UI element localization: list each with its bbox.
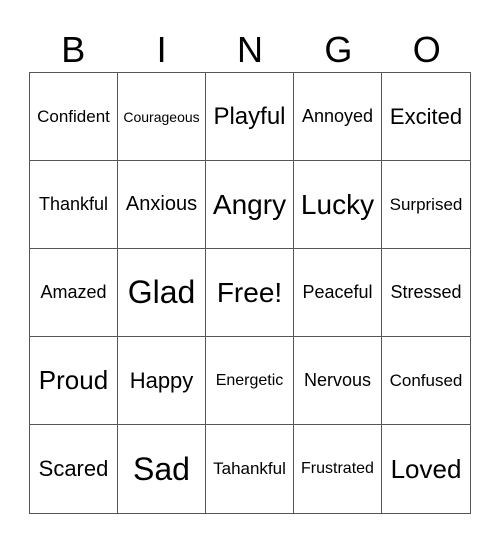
header-letter-g: G (324, 29, 353, 70)
bingo-cell[interactable]: Surprised (382, 161, 470, 249)
header-letter-b: B (61, 29, 86, 70)
header-letter-n: N (236, 29, 263, 70)
bingo-cell[interactable]: Confused (382, 337, 470, 425)
bingo-cell[interactable]: Loved (382, 425, 470, 513)
free-space-cell[interactable]: Free! (206, 249, 294, 337)
bingo-cell[interactable]: Frustrated (294, 425, 382, 513)
bingo-cell[interactable]: Thankful (30, 161, 118, 249)
bingo-cell[interactable]: Happy (118, 337, 206, 425)
bingo-cell[interactable]: Tahankful (206, 425, 294, 513)
bingo-cell[interactable]: Anxious (118, 161, 206, 249)
header-letter-o: O (412, 29, 441, 70)
bingo-grid: Confident Courageous Playful Annoyed Exc… (29, 72, 471, 514)
bingo-cell[interactable]: Confident (30, 73, 118, 161)
bingo-cell[interactable]: Proud (30, 337, 118, 425)
bingo-cell[interactable]: Stressed (382, 249, 470, 337)
bingo-cell[interactable]: Lucky (294, 161, 382, 249)
bingo-cell[interactable]: Glad (118, 249, 206, 337)
bingo-cell[interactable]: Amazed (30, 249, 118, 337)
bingo-cell[interactable]: Courageous (118, 73, 206, 161)
bingo-cell[interactable]: Energetic (206, 337, 294, 425)
bingo-cell[interactable]: Annoyed (294, 73, 382, 161)
bingo-header: B I N G O (29, 28, 471, 72)
bingo-cell[interactable]: Sad (118, 425, 206, 513)
bingo-cell[interactable]: Excited (382, 73, 470, 161)
bingo-cell[interactable]: Playful (206, 73, 294, 161)
bingo-cell[interactable]: Angry (206, 161, 294, 249)
header-letter-i: I (156, 29, 167, 70)
bingo-cell[interactable]: Nervous (294, 337, 382, 425)
bingo-cell[interactable]: Scared (30, 425, 118, 513)
bingo-cell[interactable]: Peaceful (294, 249, 382, 337)
